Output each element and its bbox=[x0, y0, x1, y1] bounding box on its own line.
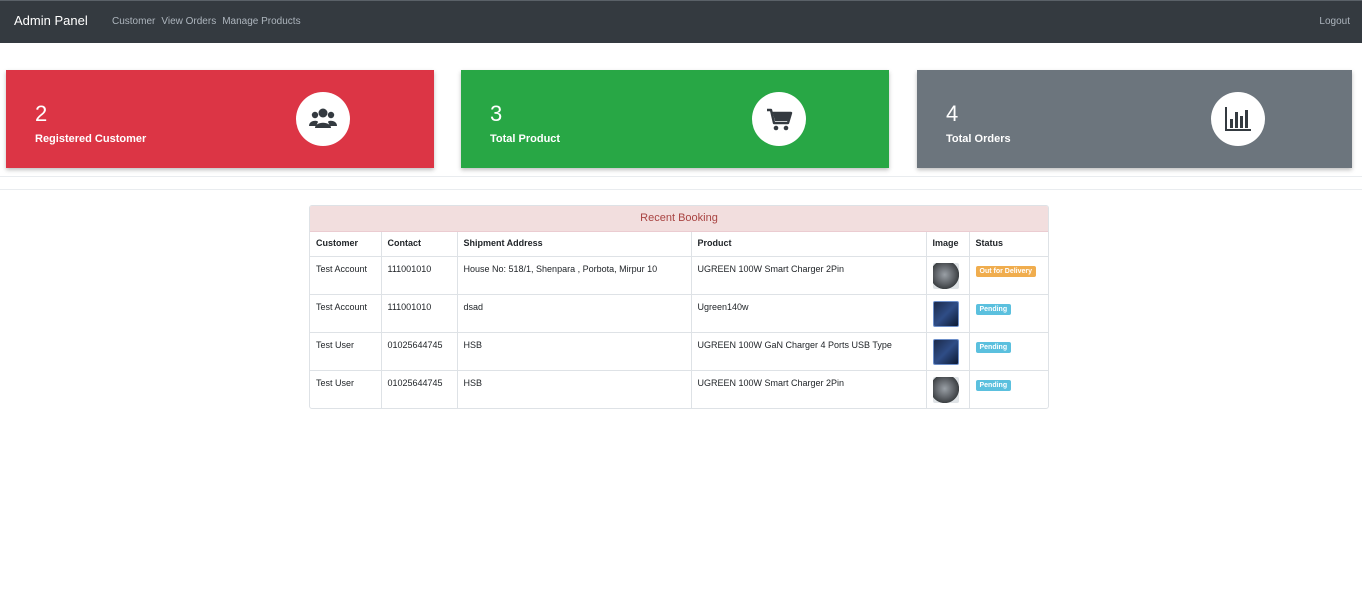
cell-product: UGREEN 100W Smart Charger 2Pin bbox=[691, 370, 927, 408]
cell-contact: 111001010 bbox=[381, 294, 458, 333]
cell-address: HSB bbox=[457, 370, 692, 408]
nav-links: Customer View Orders Manage Products bbox=[112, 16, 301, 27]
column-header-image: Image bbox=[926, 232, 970, 257]
cell-image bbox=[926, 332, 970, 371]
divider bbox=[0, 176, 1362, 177]
cell-address: dsad bbox=[457, 294, 692, 333]
card-count: 4 bbox=[946, 101, 959, 126]
card-label: Registered Customer bbox=[35, 133, 147, 145]
status-badge: Pending bbox=[975, 379, 1012, 391]
charger-thumbnail bbox=[932, 376, 959, 403]
status-badge: Pending bbox=[975, 341, 1012, 353]
column-header-product: Product bbox=[691, 232, 927, 257]
registered-customer-card: 2 Registered Customer bbox=[6, 70, 434, 168]
product-box-thumbnail bbox=[932, 338, 959, 365]
cell-image bbox=[926, 370, 970, 408]
cell-contact: 01025644745 bbox=[381, 370, 458, 408]
table-row: Test Account 111001010 dsad Ugreen140w P… bbox=[310, 294, 1048, 333]
status-badge: Out for Delivery bbox=[975, 265, 1037, 277]
status-badge: Pending bbox=[975, 303, 1012, 315]
column-header-status: Status bbox=[969, 232, 1048, 257]
cell-product: UGREEN 100W GaN Charger 4 Ports USB Type bbox=[691, 332, 927, 371]
card-count: 2 bbox=[35, 101, 48, 126]
divider bbox=[0, 189, 1362, 190]
cell-address: House No: 518/1, Shenpara , Porbota, Mir… bbox=[457, 256, 692, 295]
cell-product: Ugreen140w bbox=[691, 294, 927, 333]
recent-booking-table: Customer Contact Shipment Address Produc… bbox=[310, 232, 1048, 408]
product-box-thumbnail bbox=[932, 300, 959, 327]
recent-booking-panel: Recent Booking Customer Contact Shipment… bbox=[309, 205, 1049, 409]
shopping-cart-icon bbox=[752, 92, 806, 146]
table-row: Test User 01025644745 HSB UGREEN 100W Ga… bbox=[310, 332, 1048, 371]
cell-status: Pending bbox=[969, 370, 1048, 408]
nav-link-view-orders[interactable]: View Orders bbox=[161, 16, 216, 27]
cell-customer: Test Account bbox=[310, 256, 382, 295]
cell-status: Out for Delivery bbox=[969, 256, 1048, 295]
cell-address: HSB bbox=[457, 332, 692, 371]
table-row: Test Account 111001010 House No: 518/1, … bbox=[310, 256, 1048, 295]
cell-contact: 01025644745 bbox=[381, 332, 458, 371]
top-navbar: Admin Panel Customer View Orders Manage … bbox=[0, 0, 1362, 43]
cell-customer: Test Account bbox=[310, 294, 382, 333]
column-header-shipment-address: Shipment Address bbox=[457, 232, 692, 257]
table-row: Test User 01025644745 HSB UGREEN 100W Sm… bbox=[310, 370, 1048, 408]
card-count: 3 bbox=[490, 101, 503, 126]
users-icon bbox=[296, 92, 350, 146]
cell-image bbox=[926, 256, 970, 295]
cell-contact: 111001010 bbox=[381, 256, 458, 295]
card-label: Total Orders bbox=[946, 133, 1011, 145]
logout-link[interactable]: Logout bbox=[1319, 16, 1350, 27]
cell-image bbox=[926, 294, 970, 333]
bar-chart-icon bbox=[1211, 92, 1265, 146]
cell-status: Pending bbox=[969, 294, 1048, 333]
cell-status: Pending bbox=[969, 332, 1048, 371]
column-header-contact: Contact bbox=[381, 232, 458, 257]
cell-customer: Test User bbox=[310, 370, 382, 408]
total-product-card: 3 Total Product bbox=[461, 70, 889, 168]
recent-booking-title: Recent Booking bbox=[310, 206, 1048, 232]
nav-link-customer[interactable]: Customer bbox=[112, 16, 155, 27]
table-header-row: Customer Contact Shipment Address Produc… bbox=[310, 232, 1048, 257]
cell-customer: Test User bbox=[310, 332, 382, 371]
column-header-customer: Customer bbox=[310, 232, 382, 257]
cell-product: UGREEN 100W Smart Charger 2Pin bbox=[691, 256, 927, 295]
total-orders-card: 4 Total Orders bbox=[917, 70, 1352, 168]
card-label: Total Product bbox=[490, 133, 561, 145]
charger-thumbnail bbox=[932, 262, 959, 289]
nav-link-manage-products[interactable]: Manage Products bbox=[222, 16, 300, 27]
brand-link[interactable]: Admin Panel bbox=[14, 13, 88, 28]
